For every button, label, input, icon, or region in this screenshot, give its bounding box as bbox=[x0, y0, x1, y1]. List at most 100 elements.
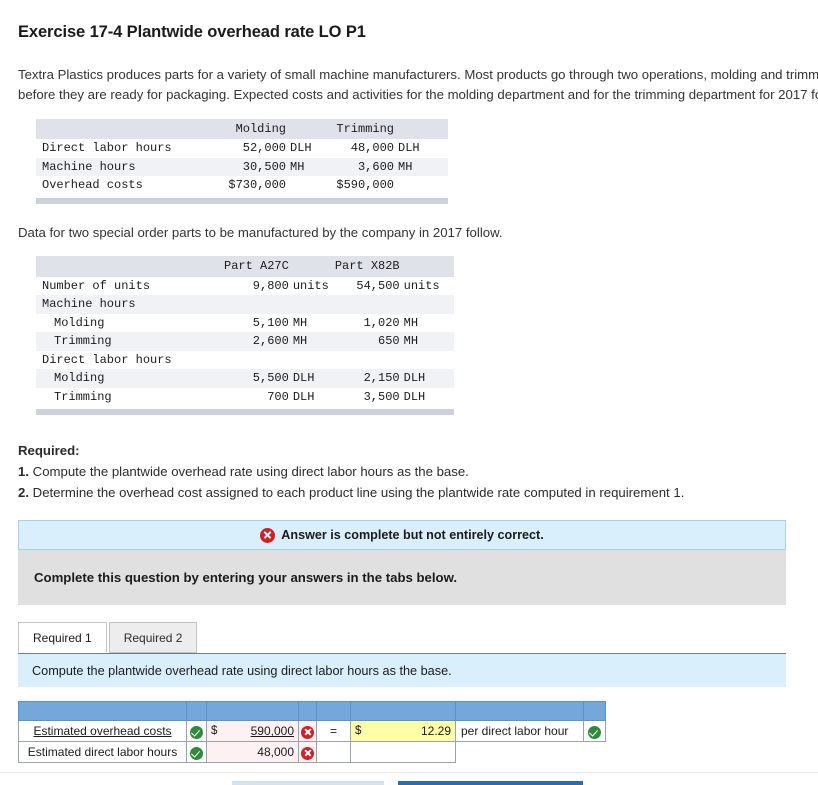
cell-unit: DLH bbox=[290, 141, 312, 156]
cell-value: 54,500 bbox=[356, 278, 400, 293]
row-label: Machine hours bbox=[36, 295, 224, 314]
table-row: Molding 5,100 MH 1,020 MH bbox=[36, 314, 454, 332]
row-label: Direct labor hours bbox=[42, 141, 172, 156]
answer-row-numerator: Estimated overhead costs $ 590,000 = $ 1… bbox=[18, 720, 606, 743]
row-label: Molding bbox=[36, 369, 224, 388]
denominator-label-cell[interactable]: Estimated direct labor hours bbox=[18, 741, 187, 764]
cell-value: 52,000 bbox=[242, 141, 286, 156]
header-molding: Molding bbox=[224, 118, 286, 140]
result-unit-text: per direct labor hour bbox=[461, 724, 569, 739]
denominator-label: Estimated direct labor hours bbox=[27, 745, 178, 760]
cell-value: 2,150 bbox=[334, 369, 400, 388]
prev-required-1-button[interactable]: ‹ Required 1 bbox=[231, 781, 384, 785]
denominator-label-status bbox=[186, 741, 207, 764]
page-title: Exercise 17-4 Plantwide overhead rate LO… bbox=[18, 23, 366, 41]
numerator-label-cell[interactable]: Estimated overhead costs bbox=[18, 720, 187, 743]
header-blank bbox=[36, 118, 224, 140]
cell-value: 3,600 bbox=[332, 157, 394, 177]
cell-unit: units bbox=[292, 278, 329, 293]
cell-unit: MH bbox=[292, 315, 308, 330]
table-row: Direct labor hours bbox=[36, 351, 454, 369]
table-row: Direct labor hours 52,000 DLH 48,000 DLH bbox=[36, 139, 448, 157]
cell-value: 5,500 bbox=[224, 369, 289, 388]
row-label: Machine hours bbox=[36, 157, 224, 177]
cell-unit: MH bbox=[286, 157, 332, 177]
row-label: Trimming bbox=[36, 332, 224, 351]
required-heading: Required: bbox=[18, 442, 80, 458]
answer-grid: Estimated overhead costs $ 590,000 = $ 1… bbox=[18, 701, 606, 764]
numerator-label-status bbox=[186, 720, 207, 743]
denominator-value-cell[interactable]: 48,000 bbox=[206, 741, 299, 764]
cell-unit: units bbox=[403, 278, 440, 293]
result-unit-status bbox=[583, 720, 606, 743]
row-label: Overhead costs bbox=[42, 178, 143, 193]
required-item-2-number: 2. bbox=[18, 484, 29, 500]
table-row: Machine hours 30,500 MH 3,600 MH bbox=[36, 157, 448, 177]
header-part-a27c: Part A27C bbox=[224, 256, 289, 277]
header-part-x82b: Part X82B bbox=[334, 256, 400, 277]
cell-value: $730,000 bbox=[228, 178, 286, 193]
header-cell-blank bbox=[18, 701, 187, 722]
cell-unit bbox=[286, 176, 332, 194]
table-row: Overhead costs $730,000 $590,000 bbox=[36, 176, 448, 194]
cell-unit: MH bbox=[403, 315, 419, 330]
row-label: Trimming bbox=[54, 389, 112, 404]
cell-value: 9,800 bbox=[252, 278, 289, 293]
bottom-divider bbox=[0, 772, 818, 773]
answer-status-text: Answer is complete but not entirely corr… bbox=[281, 528, 544, 543]
table-row: Machine hours bbox=[36, 295, 454, 314]
result-unit-cell[interactable]: per direct labor hour bbox=[455, 720, 584, 743]
cell-value: 3,500 bbox=[363, 389, 400, 404]
tab-prompt-bar: Compute the plantwide overhead rate usin… bbox=[18, 653, 786, 688]
cell-value: 30,500 bbox=[224, 157, 286, 177]
cell-value: 5,100 bbox=[252, 315, 289, 330]
cell-unit: MH bbox=[399, 332, 454, 351]
required-item-2-text: Determine the overhead cost assigned to … bbox=[29, 484, 685, 500]
cell-unit: DLH bbox=[292, 389, 315, 404]
answer-row-denominator: Estimated direct labor hours 48,000 bbox=[18, 741, 606, 764]
table-row: Number of units 9,800 units 54,500 units bbox=[36, 277, 454, 295]
table-row: Trimming 700 DLH 3,500 DLH bbox=[36, 388, 454, 406]
header-trimming: Trimming bbox=[332, 118, 394, 140]
required-item-1-text: Compute the plantwide overhead rate usin… bbox=[29, 463, 469, 479]
tab-required-2[interactable]: Required 2 bbox=[108, 622, 198, 654]
tab-prompt-text: Compute the plantwide overhead rate usin… bbox=[32, 663, 452, 678]
exercise-page: Exercise 17-4 Plantwide overhead rate LO… bbox=[0, 0, 818, 785]
cell-unit: MH bbox=[394, 157, 448, 177]
cell-unit: DLH bbox=[403, 389, 426, 404]
row-label: Direct labor hours bbox=[42, 352, 172, 367]
table-footer-band bbox=[36, 197, 448, 204]
second-paragraph: Data for two special order parts to be m… bbox=[18, 224, 503, 240]
cell-value: 48,000 bbox=[350, 141, 394, 156]
required-item-2: 2. Determine the overhead cost assigned … bbox=[18, 483, 818, 503]
denominator-value: 48,000 bbox=[257, 745, 294, 760]
numerator-label: Estimated overhead costs bbox=[33, 724, 172, 739]
cell-value: 650 bbox=[334, 332, 400, 351]
required-item-1: 1. Compute the plantwide overhead rate u… bbox=[18, 462, 818, 482]
result-value: 12.29 bbox=[420, 724, 451, 739]
tab-strip: Required 1 Required 2 bbox=[18, 622, 818, 654]
error-circle-icon bbox=[260, 527, 276, 543]
check-circle-icon bbox=[190, 725, 203, 739]
table-footer-band bbox=[36, 408, 454, 415]
cell-value: 1,020 bbox=[363, 315, 400, 330]
denominator-value-status bbox=[298, 741, 317, 764]
result-cell[interactable]: $ 12.29 bbox=[350, 720, 456, 743]
cell-value: $590,000 bbox=[336, 178, 394, 193]
header-blank bbox=[36, 256, 224, 277]
error-circle-icon bbox=[301, 746, 314, 760]
numerator-value-status bbox=[298, 720, 317, 743]
error-circle-icon bbox=[301, 725, 314, 739]
parts-data-table: Part A27C Part X82B Number of units 9,80… bbox=[36, 256, 454, 415]
row-label: Number of units bbox=[42, 278, 151, 293]
row-label: Molding bbox=[54, 315, 105, 330]
check-circle-icon bbox=[190, 746, 203, 760]
check-circle-icon bbox=[588, 725, 601, 739]
tab-required-1[interactable]: Required 1 bbox=[18, 622, 107, 654]
next-required-2-button[interactable]: Required 2 › bbox=[397, 781, 583, 785]
intro-paragraph: Textra Plastics produces parts for a var… bbox=[18, 66, 818, 102]
numerator-value-cell[interactable]: $ 590,000 bbox=[206, 720, 299, 743]
required-block: Required: 1. Compute the plantwide overh… bbox=[18, 441, 818, 502]
equals-sign: = bbox=[316, 720, 351, 743]
cell-unit: DLH bbox=[398, 141, 420, 156]
